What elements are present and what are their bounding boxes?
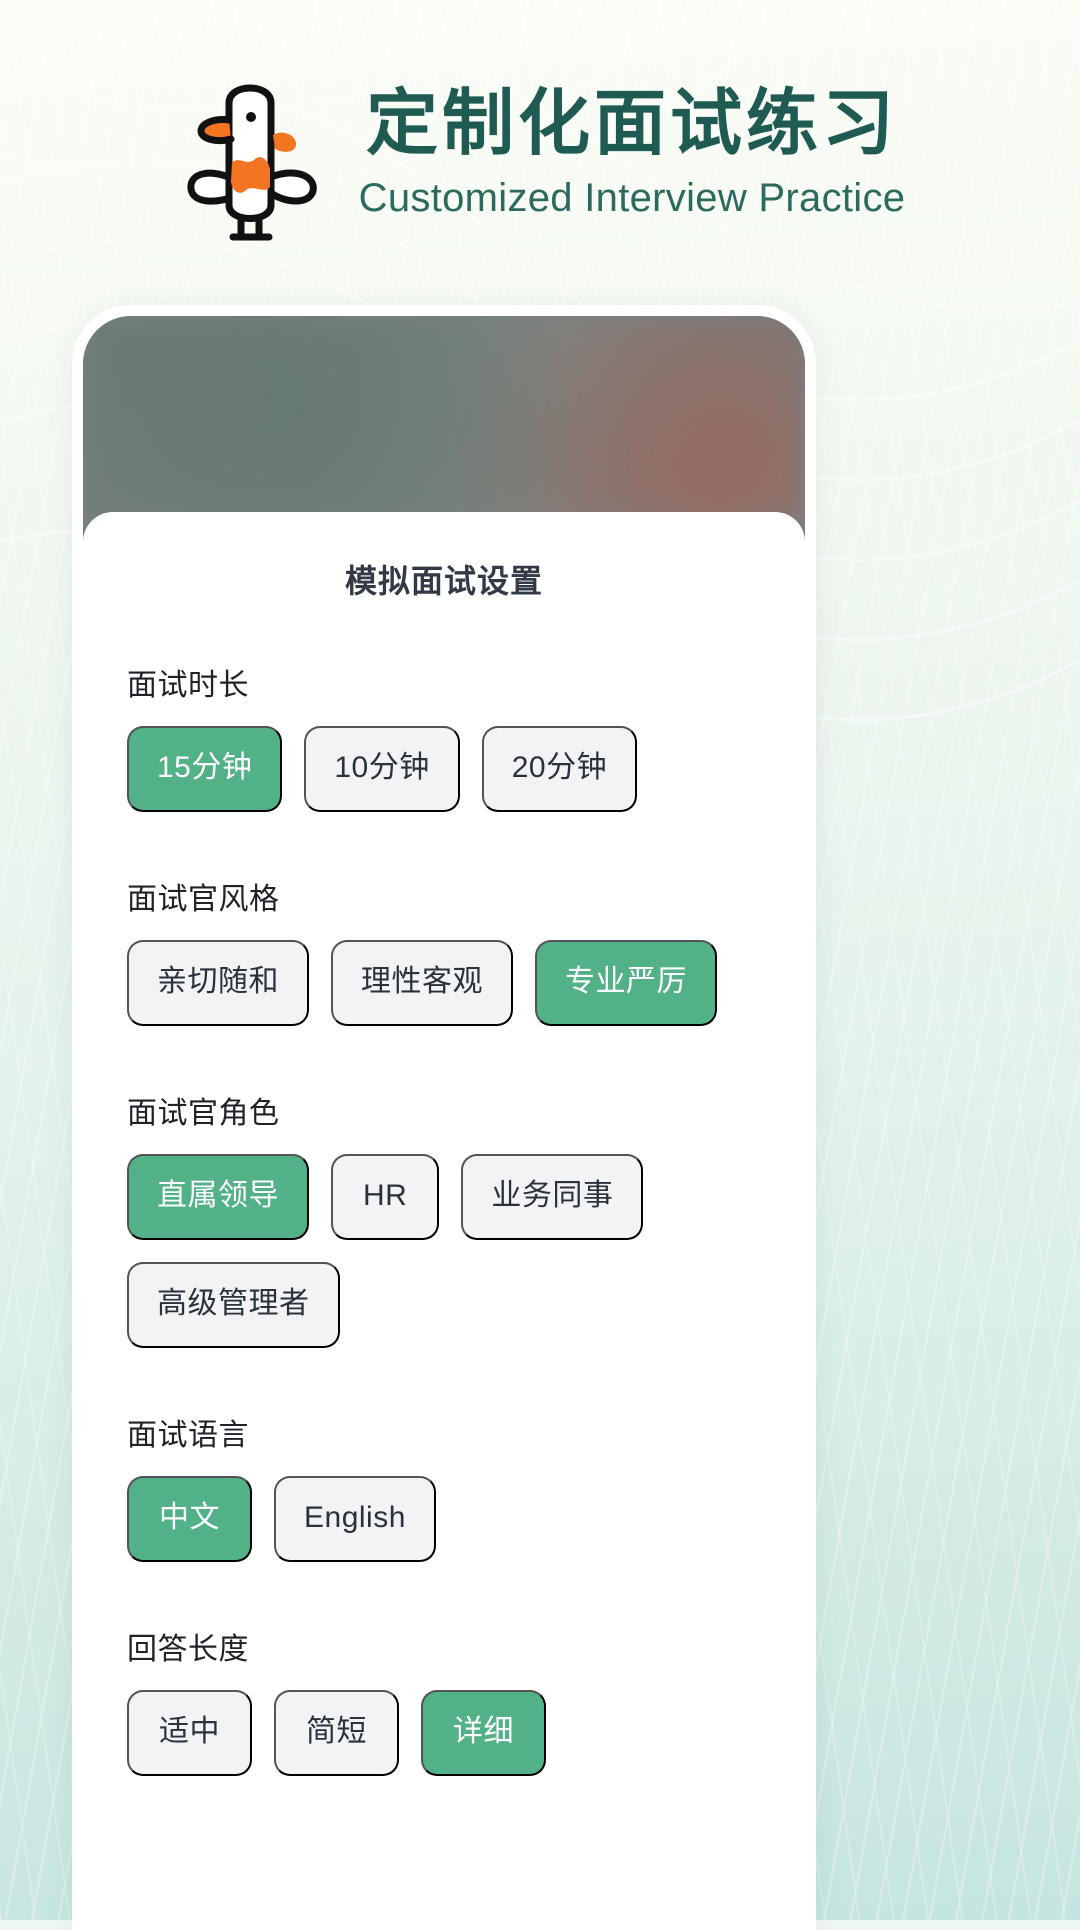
- option-pill-interviewer-role-1[interactable]: HR: [331, 1154, 440, 1240]
- option-group-answer-length: 适中 简短 详细: [127, 1690, 761, 1776]
- section-label-interview-duration: 面试时长: [127, 669, 249, 702]
- option-group-interviewer-role: 直属领导 HR 业务同事高级管理者: [127, 1154, 761, 1348]
- option-pill-interview-language-0[interactable]: 中文: [127, 1476, 252, 1562]
- option-pill-interviewer-role-0[interactable]: 直属领导: [127, 1154, 309, 1240]
- page-title-cn: 定制化面试练习: [365, 84, 898, 165]
- option-pill-interviewer-role-2[interactable]: 业务同事: [461, 1154, 644, 1240]
- option-pill-answer-length-2[interactable]: 详细: [421, 1690, 546, 1776]
- phone-mockup-frame: 模拟面试设置 面试时长 15分钟 10分钟 20分钟面试官风格亲切随和 理性客观 专业严厉…: [72, 305, 816, 1930]
- settings-section-interview-language: 面试语言中文 English: [127, 1410, 761, 1562]
- settings-section-interviewer-role: 面试官角色直属领导 HR 业务同事高级管理者: [127, 1088, 761, 1348]
- option-pill-answer-length-0[interactable]: 适中: [127, 1690, 252, 1776]
- option-pill-interview-duration-1[interactable]: 10分钟: [304, 726, 460, 812]
- blurred-background-photo: [83, 316, 805, 526]
- option-group-interview-language: 中文 English: [127, 1476, 761, 1562]
- option-pill-answer-length-1[interactable]: 简短: [274, 1690, 399, 1776]
- option-pill-interviewer-role-3[interactable]: 高级管理者: [127, 1262, 340, 1348]
- option-pill-interviewer-style-1[interactable]: 理性客观: [331, 940, 513, 1026]
- option-pill-interview-language-1[interactable]: English: [274, 1476, 436, 1562]
- phone-screen: 模拟面试设置 面试时长 15分钟 10分钟 20分钟面试官风格亲切随和 理性客观 专业严厉…: [83, 316, 805, 1930]
- option-pill-interviewer-style-0[interactable]: 亲切随和: [127, 940, 309, 1026]
- settings-bottom-sheet: 模拟面试设置 面试时长 15分钟 10分钟 20分钟面试官风格亲切随和 理性客观 专业严厉…: [83, 512, 805, 1930]
- section-label-interview-language: 面试语言: [127, 1419, 249, 1452]
- settings-section-interview-duration: 面试时长 15分钟 10分钟 20分钟: [127, 660, 761, 812]
- option-pill-interview-duration-2[interactable]: 20分钟: [481, 726, 638, 812]
- option-group-interviewer-style: 亲切随和 理性客观 专业严厉: [127, 940, 761, 1026]
- section-label-interviewer-role: 面试官角色: [127, 1097, 280, 1130]
- option-group-interview-duration: 15分钟 10分钟 20分钟: [127, 726, 761, 812]
- settings-section-list: 面试时长 15分钟 10分钟 20分钟面试官风格亲切随和 理性客观 专业严厉面试官角色直属…: [83, 660, 805, 1776]
- section-label-answer-length: 回答长度: [127, 1633, 249, 1666]
- header-titles: 定制化面试练习 Customized Interview Practice: [359, 83, 906, 220]
- option-pill-interview-duration-0[interactable]: 15分钟: [127, 726, 283, 812]
- section-label-interviewer-style: 面试官风格: [127, 883, 280, 916]
- settings-section-answer-length: 回答长度适中 简短 详细: [127, 1624, 761, 1776]
- page-header: 定制化面试练习 Customized Interview Practice: [0, 0, 1080, 300]
- page-title-en: Customized Interview Practice: [358, 175, 906, 220]
- settings-section-interviewer-style: 面试官风格亲切随和 理性客观 专业严厉: [127, 874, 761, 1026]
- sheet-title: 模拟面试设置: [344, 563, 543, 599]
- option-pill-interviewer-style-2[interactable]: 专业严厉: [535, 940, 717, 1026]
- duck-mascot-icon: [175, 63, 325, 243]
